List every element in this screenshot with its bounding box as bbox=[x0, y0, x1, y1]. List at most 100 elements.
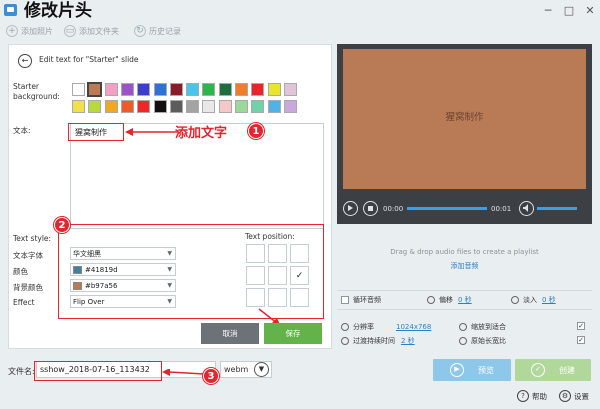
color-swatch[interactable] bbox=[153, 83, 167, 96]
window-title: 修改片头 bbox=[24, 1, 92, 21]
aspect-row: 原始长宽比 bbox=[459, 336, 506, 346]
create-label: 创建 bbox=[559, 365, 575, 375]
maximize-button[interactable]: □ bbox=[561, 4, 577, 18]
history-button[interactable]: ↻ 历史记录 bbox=[134, 24, 181, 38]
cancel-button[interactable]: 取消 bbox=[201, 323, 259, 344]
color-swatch[interactable] bbox=[267, 83, 281, 96]
text-label: 文本: bbox=[13, 126, 31, 135]
loop-audio-label: 循环音频 bbox=[353, 296, 381, 304]
transition-row: 过渡持续时间 2 秒 bbox=[341, 336, 415, 346]
color-swatch[interactable] bbox=[137, 100, 151, 113]
bg-label-line2: background: bbox=[13, 92, 60, 101]
play-icon: ▶ bbox=[450, 363, 464, 377]
annotation-box-style bbox=[58, 224, 324, 319]
aspect-checkbox[interactable]: ✓ bbox=[577, 336, 585, 344]
stop-button[interactable] bbox=[363, 201, 378, 216]
volume-icon[interactable] bbox=[519, 201, 534, 216]
folder-icon: ▭ bbox=[64, 25, 76, 37]
transition-label: 过渡持续时间 bbox=[353, 337, 395, 345]
color-swatch[interactable] bbox=[169, 83, 183, 96]
create-button[interactable]: ✓ 创建 bbox=[515, 359, 591, 381]
app-icon bbox=[4, 4, 17, 16]
color-swatch[interactable] bbox=[202, 83, 216, 96]
offset-value[interactable]: 0 秒 bbox=[458, 295, 472, 305]
fit-row: 缩放到适合 bbox=[459, 322, 506, 332]
preview-label: 预览 bbox=[478, 365, 494, 375]
resolution-label: 分辨率 bbox=[353, 323, 374, 331]
history-label: 历史记录 bbox=[149, 26, 181, 36]
color-swatch[interactable] bbox=[218, 100, 232, 113]
help-button[interactable]: ? 帮助 bbox=[517, 390, 547, 402]
loop-audio-row[interactable]: 循环音频 bbox=[341, 295, 381, 305]
slide-preview: 猩窝制作 bbox=[343, 49, 586, 189]
save-button[interactable]: 保存 bbox=[264, 323, 322, 344]
bg-label-line1: Starter bbox=[13, 82, 40, 91]
toolbar: + 添加照片 ▭ 添加文件夹 ↻ 历史记录 bbox=[0, 22, 600, 40]
color-swatch[interactable] bbox=[218, 83, 232, 96]
annotation-number-1: 1 bbox=[248, 123, 264, 139]
help-icon: ? bbox=[517, 390, 529, 402]
settings-label: 设置 bbox=[574, 391, 589, 401]
color-swatch[interactable] bbox=[72, 100, 85, 113]
transition-value[interactable]: 2 秒 bbox=[401, 336, 415, 346]
check-icon: ✓ bbox=[531, 363, 545, 377]
add-folder-button[interactable]: ▭ 添加文件夹 bbox=[64, 24, 119, 38]
color-swatch[interactable] bbox=[120, 83, 134, 96]
settings-icon bbox=[459, 337, 467, 345]
color-swatch[interactable] bbox=[169, 100, 183, 113]
close-button[interactable]: ✕ bbox=[582, 4, 598, 18]
gear-icon: ⚙ bbox=[559, 390, 571, 402]
color-label: 颜色 bbox=[13, 267, 28, 276]
minimize-button[interactable]: ─ bbox=[540, 4, 556, 18]
color-swatch[interactable] bbox=[137, 83, 151, 96]
fit-checkbox[interactable]: ✓ bbox=[577, 322, 585, 330]
add-folder-label: 添加文件夹 bbox=[79, 26, 119, 36]
edit-title: Edit text for "Starter" slide bbox=[39, 55, 139, 64]
time-total: 00:01 bbox=[491, 205, 512, 213]
color-swatch[interactable] bbox=[251, 83, 265, 96]
divider bbox=[337, 309, 592, 310]
audio-hint: Drag & drop audio files to create a play… bbox=[390, 248, 539, 256]
color-swatch[interactable] bbox=[283, 100, 297, 113]
history-icon: ↻ bbox=[134, 25, 146, 37]
color-swatch[interactable] bbox=[88, 100, 102, 113]
color-swatch[interactable] bbox=[186, 100, 200, 113]
color-swatch[interactable] bbox=[202, 100, 216, 113]
time-current: 00:00 bbox=[383, 205, 404, 213]
settings-button[interactable]: ⚙ 设置 bbox=[559, 390, 589, 402]
annotation-number-3: 3 bbox=[203, 368, 219, 384]
color-swatch[interactable] bbox=[120, 100, 134, 113]
loop-audio-checkbox[interactable] bbox=[341, 296, 349, 304]
add-photos-button[interactable]: + 添加照片 bbox=[6, 24, 53, 38]
seek-bar[interactable] bbox=[407, 207, 487, 210]
settings-icon bbox=[341, 323, 349, 331]
add-audio-link[interactable]: 添加音频 bbox=[337, 261, 592, 271]
add-photos-label: 添加照片 bbox=[21, 26, 53, 36]
annotation-add-text: 添加文字 bbox=[175, 126, 228, 141]
color-swatch[interactable] bbox=[186, 83, 200, 96]
color-swatch[interactable] bbox=[104, 83, 118, 96]
clock-icon bbox=[341, 337, 349, 345]
fade-in-value[interactable]: 0 秒 bbox=[542, 295, 556, 305]
color-swatch[interactable] bbox=[235, 83, 248, 96]
play-button[interactable] bbox=[343, 201, 358, 216]
color-swatch[interactable] bbox=[153, 100, 167, 113]
color-swatch[interactable] bbox=[87, 82, 103, 97]
color-swatch[interactable] bbox=[251, 100, 265, 113]
effect-label: Effect bbox=[13, 298, 35, 307]
resolution-row: 分辨率 1024x768 bbox=[341, 322, 431, 332]
color-swatch[interactable] bbox=[235, 100, 248, 113]
resolution-value[interactable]: 1024x768 bbox=[396, 323, 431, 331]
chevron-down-icon[interactable]: ▼ bbox=[254, 362, 269, 377]
color-swatch[interactable] bbox=[72, 83, 85, 96]
color-swatch[interactable] bbox=[267, 100, 281, 113]
preview-button[interactable]: ▶ 预览 bbox=[433, 359, 511, 381]
color-swatch[interactable] bbox=[283, 83, 297, 96]
audio-drop-area[interactable]: Drag & drop audio files to create a play… bbox=[337, 228, 592, 290]
annotation-box-filename bbox=[34, 361, 162, 381]
format-value: webm bbox=[224, 365, 249, 374]
color-swatch[interactable] bbox=[104, 100, 118, 113]
back-icon[interactable]: ← bbox=[18, 54, 32, 68]
volume-slider[interactable] bbox=[537, 207, 577, 210]
fade-in-label: 淡入 bbox=[523, 296, 537, 304]
